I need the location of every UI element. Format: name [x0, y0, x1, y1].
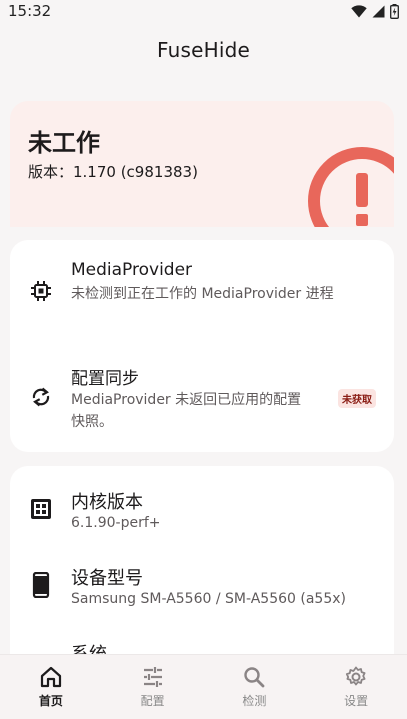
nav-detect[interactable]: 检测 [209, 655, 299, 719]
battery-icon [390, 3, 399, 19]
kernel-row: 内核版本 6.1.90-perf+ [10, 488, 394, 538]
signal-icon [372, 5, 385, 17]
search-icon [244, 667, 265, 688]
config-sync-title: 配置同步 [71, 369, 139, 389]
status-badge: 未获取 [338, 389, 376, 408]
sliders-icon [143, 667, 162, 687]
status-title: 未工作 [28, 129, 100, 157]
media-provider-subtitle: 未检测到正在工作的 MediaProvider 进程 [71, 286, 334, 302]
wifi-icon [351, 4, 367, 17]
config-sync-subtitle-cont: 快照。 [71, 414, 113, 430]
device-value: Samsung SM-A5560 / SM-A5560 (a55x) [71, 591, 346, 607]
status-bar: 15:32 [0, 0, 407, 22]
status-card: 未工作 版本：1.170 (c981383) [10, 101, 394, 227]
config-sync-row[interactable]: 配置同步 MediaProvider 未返回已应用的配置 快照。 未获取 [10, 362, 394, 434]
kernel-value: 6.1.90-perf+ [71, 515, 161, 531]
media-provider-row[interactable]: MediaProvider 未检测到正在工作的 MediaProvider 进程 [10, 258, 394, 318]
alert-icon [308, 147, 394, 227]
device-title: 设备型号 [71, 568, 143, 589]
nav-detect-label: 检测 [242, 694, 267, 708]
nav-settings-label: 设置 [344, 694, 369, 708]
media-provider-title: MediaProvider [71, 260, 193, 280]
phone-icon [32, 572, 50, 598]
cpu-icon [31, 499, 51, 519]
home-icon [40, 666, 61, 688]
nav-settings[interactable]: 设置 [311, 655, 401, 719]
nav-home-label: 首页 [38, 694, 63, 708]
bottom-nav: 首页 配置 检测 设置 [0, 654, 407, 719]
nav-config-label: 配置 [140, 694, 165, 708]
app-title: FuseHide [156, 38, 250, 62]
version-text: 版本：1.170 (c981383) [28, 163, 198, 181]
nav-home[interactable]: 首页 [6, 655, 96, 719]
kernel-title: 内核版本 [71, 492, 143, 513]
device-row: 设备型号 Samsung SM-A5560 / SM-A5560 (a55x) [10, 564, 394, 614]
config-sync-subtitle: MediaProvider 未返回已应用的配置 [71, 392, 302, 408]
chip-icon [31, 281, 51, 301]
gear-icon [346, 666, 366, 686]
provider-card: MediaProvider 未检测到正在工作的 MediaProvider 进程… [10, 240, 394, 452]
nav-config[interactable]: 配置 [108, 655, 198, 719]
status-time: 15:32 [8, 2, 52, 20]
sync-icon [32, 387, 50, 407]
